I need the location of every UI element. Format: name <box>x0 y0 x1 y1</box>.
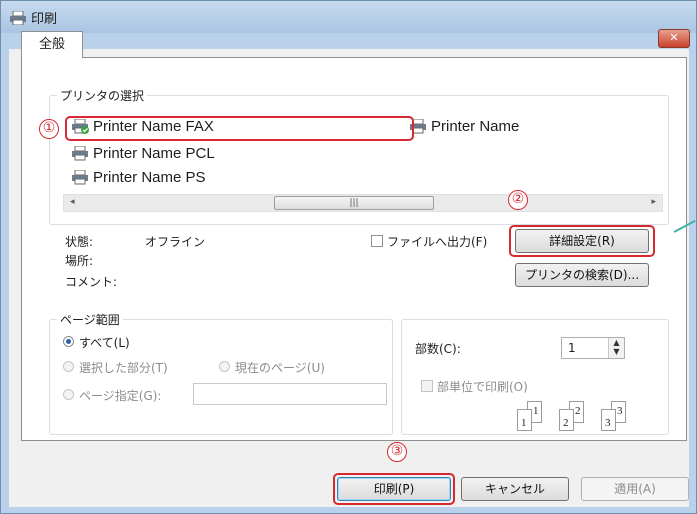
collate-number-2b: 2 <box>575 405 581 417</box>
comment-label: コメント: <box>65 275 118 289</box>
page-range-input[interactable] <box>193 383 387 405</box>
printer-icon <box>72 170 88 185</box>
spin-up-icon[interactable]: ▲ <box>609 338 624 347</box>
scroll-left-icon[interactable]: ◂ <box>70 197 75 207</box>
collate-number-3b: 3 <box>617 405 623 417</box>
collate-checkbox[interactable] <box>421 380 433 392</box>
range-pages-radio[interactable] <box>63 389 74 400</box>
print-dialog-window: 印刷 ✕ 全般 プリンタの選択 Printer Name FAX Printer… <box>0 0 697 514</box>
range-selection-radio[interactable] <box>63 361 74 372</box>
apply-button-label: 適用(A) <box>614 482 656 496</box>
close-icon: ✕ <box>669 31 679 44</box>
collate-number-1a: 1 <box>521 417 527 429</box>
range-pages-label: ページ指定(G): <box>79 389 162 403</box>
annotation-one: ① <box>39 119 59 139</box>
tab-general-label: 全般 <box>38 37 65 52</box>
printer-icon <box>10 11 26 25</box>
scroll-thumb[interactable]: ||| <box>274 196 434 210</box>
location-label: 場所: <box>65 254 94 268</box>
status-value: オフライン <box>145 235 206 249</box>
copies-label: 部数(C): <box>415 342 461 356</box>
cancel-button-label: キャンセル <box>484 482 545 496</box>
printer-item-pcl[interactable]: Printer Name PCL <box>71 145 215 162</box>
printer-icon <box>72 146 88 161</box>
range-current-page-radio[interactable] <box>219 361 230 372</box>
copies-stepper[interactable]: 1 ▲ ▼ <box>561 337 625 359</box>
status-label: 状態: <box>65 235 94 249</box>
printer-name-ps: Printer Name PS <box>93 169 206 186</box>
find-printer-button-label: プリンタの検索(D)... <box>524 268 640 282</box>
highlight-fax-printer <box>65 116 414 141</box>
printer-name-pcl: Printer Name PCL <box>93 145 215 162</box>
scroll-right-icon[interactable]: ▸ <box>651 197 656 207</box>
collate-number-2a: 2 <box>563 417 569 429</box>
grip-icon: ||| <box>349 198 359 208</box>
range-all-radio[interactable] <box>63 336 74 347</box>
cancel-button[interactable]: キャンセル <box>461 477 569 501</box>
printer-item-default[interactable]: Printer Name <box>409 118 519 135</box>
printer-item-ps[interactable]: Printer Name PS <box>71 169 206 186</box>
print-to-file-checkbox[interactable] <box>371 235 383 247</box>
window-title: 印刷 <box>31 12 58 27</box>
annotation-two: ② <box>508 190 528 210</box>
title-bar[interactable]: 印刷 <box>1 1 696 33</box>
range-all-label: すべて(L) <box>79 336 130 350</box>
collate-number-1b: 1 <box>533 405 539 417</box>
spin-down-icon[interactable]: ▼ <box>609 347 624 356</box>
collate-label: 部単位で印刷(O) <box>437 380 528 394</box>
range-selection-label: 選択した部分(T) <box>79 361 168 375</box>
printer-list-scrollbar[interactable]: ◂ ||| ▸ <box>63 194 663 212</box>
highlight-preferences <box>509 225 655 257</box>
copies-value: 1 <box>568 341 576 355</box>
collate-number-3a: 3 <box>605 417 611 429</box>
tab-general[interactable]: 全般 <box>21 31 83 58</box>
annotation-three: ③ <box>387 442 407 462</box>
highlight-print-button <box>333 473 455 505</box>
close-button[interactable]: ✕ <box>658 29 690 48</box>
range-current-page-label: 現在のページ(U) <box>235 361 325 375</box>
print-to-file-label: ファイルへ出力(F) <box>387 235 488 249</box>
find-printer-button[interactable]: プリンタの検索(D)... <box>515 263 649 287</box>
apply-button[interactable]: 適用(A) <box>581 477 689 501</box>
copies-spin-buttons[interactable]: ▲ ▼ <box>608 338 624 358</box>
printer-name-default: Printer Name <box>431 118 520 135</box>
page-range-label: ページ範囲 <box>57 311 123 328</box>
printer-group-label: プリンタの選択 <box>57 87 148 104</box>
